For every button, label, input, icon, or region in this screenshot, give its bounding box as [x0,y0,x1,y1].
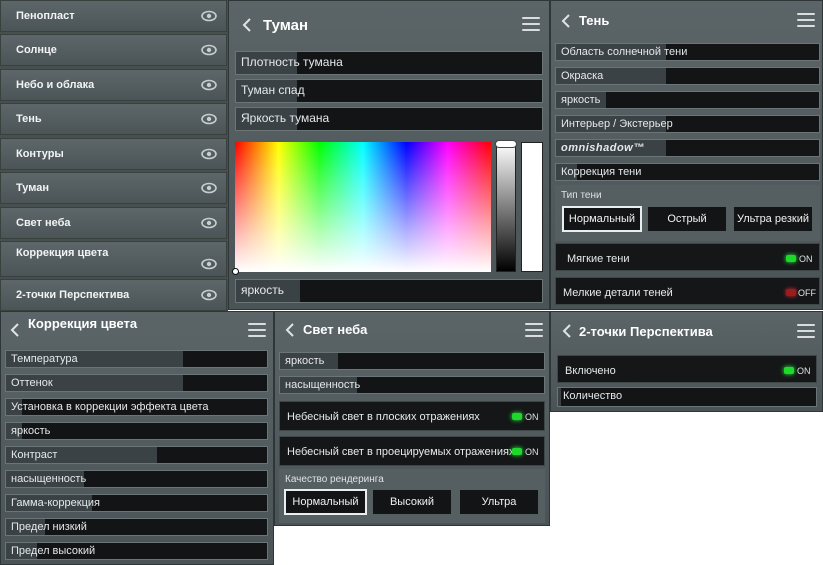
perspective-enabled-row[interactable]: Включено ON [557,355,817,383]
sidebar-item-color-correction[interactable]: Коррекция цвета [0,241,227,277]
two-point-perspective-panel: 2-точки Перспектива Включено ON Количест… [550,311,823,412]
sidebar-item-sky-light[interactable]: Свет неба [0,207,227,239]
perspective-amount-slider[interactable]: Количество [557,387,817,407]
fog-brightness-slider[interactable]: Яркость тумана [235,107,543,131]
fog-color-brightness-slider[interactable]: яркость [235,279,543,303]
shadow-correction-slider[interactable]: Коррекция тени [555,163,820,181]
value-slider-handle[interactable] [495,140,517,148]
sky-light-panel: Свет неба яркость насыщенность Небесный … [274,311,550,526]
sidebar-item-label: Пенопласт [16,10,75,22]
render-quality-normal[interactable]: Нормальный [284,489,367,515]
eye-icon[interactable] [201,182,217,194]
eye-icon[interactable] [201,113,217,125]
high-limit-slider[interactable]: Предел высокий [5,542,268,560]
low-limit-slider[interactable]: Предел низкий [5,518,268,536]
eye-icon[interactable] [201,258,217,270]
eye-icon[interactable] [201,10,217,22]
panel-title: Свет неба [303,322,368,337]
render-quality-high[interactable]: Высокий [372,489,452,515]
eye-icon[interactable] [201,148,217,160]
sidebar-item-two-point-perspective[interactable]: 2-точки Перспектива [0,279,227,311]
soft-shadows-row[interactable]: Мягкие тени ON [555,243,820,271]
eye-icon[interactable] [201,289,217,301]
shadow-type-label: Тип тени [561,190,602,201]
sidebar: Пенопласт Солнце Небо и облака Тень Конт… [0,0,228,311]
sidebar-item-shadow[interactable]: Тень [0,103,227,135]
back-arrow-icon[interactable] [561,324,573,338]
fine-shadow-details-row[interactable]: Мелкие детали теней OFF [555,277,820,305]
back-arrow-icon[interactable] [284,323,296,337]
temperature-slider[interactable]: Температура [5,350,268,368]
menu-icon[interactable] [248,323,266,338]
shadow-tint-slider[interactable]: Окраска [555,67,820,85]
eye-icon[interactable] [201,79,217,91]
render-quality-label: Качество рендеринга [285,474,384,485]
back-arrow-icon[interactable] [560,14,572,28]
value-slider[interactable] [495,140,517,272]
sidebar-item-label: Свет неба [16,217,71,229]
sidebar-item-sun[interactable]: Солнце [0,34,227,66]
color-preview-swatch [521,142,543,272]
sky-flat-reflections-toggle[interactable] [512,413,522,420]
sidebar-item-label: Туман [16,182,50,194]
render-quality-group: Качество рендеринга Нормальный Высокий У… [279,469,545,523]
color-correction-panel: Коррекция цвета Температура Оттенок Уста… [0,311,274,565]
sidebar-item-label: Небо и облака [16,79,95,91]
back-arrow-icon[interactable] [241,18,253,32]
color-effect-setting-slider[interactable]: Установка в коррекции эффекта цвета [5,398,268,416]
shadow-type-group: Тип тени Нормальный Острый Ультра резкий [555,185,820,241]
sidebar-item-label: Коррекция цвета [16,247,109,259]
menu-icon[interactable] [797,13,815,28]
sidebar-item-label: Солнце [16,44,57,56]
sidebar-item-label: Тень [16,113,42,125]
color-picker-field[interactable] [232,142,491,275]
sky-saturation-slider[interactable]: насыщенность [279,376,545,394]
sidebar-item-styrofoam[interactable]: Пенопласт [0,0,227,32]
sun-shadow-area-slider[interactable]: Область солнечной тени [555,43,820,61]
sidebar-item-sky-clouds[interactable]: Небо и облака [0,69,227,101]
back-arrow-icon[interactable] [9,323,21,337]
shadow-type-normal[interactable]: Нормальный [562,206,642,232]
panel-title: Тень [579,13,610,28]
perspective-enabled-toggle[interactable] [784,367,794,374]
panel-title: Туман [263,17,309,34]
sky-brightness-slider[interactable]: яркость [279,352,545,370]
omnishadow-slider[interactable]: omnishadow™ [555,139,820,157]
sky-flat-reflections-row[interactable]: Небесный свет в плоских отражениях ON [279,401,545,431]
shadow-type-ultra-sharp[interactable]: Ультра резкий [733,206,813,232]
fog-density-slider[interactable]: Плотность тумана [235,51,543,75]
contrast-slider[interactable]: Контраст [5,446,268,464]
brightness-slider[interactable]: яркость [5,422,268,440]
shadow-type-sharp[interactable]: Острый [647,206,727,232]
eye-icon[interactable] [201,217,217,229]
shadow-panel: Тень Область солнечной тени Окраска ярко… [550,0,823,310]
menu-icon[interactable] [797,324,815,339]
sidebar-item-label: 2-точки Перспектива [16,289,130,301]
fog-panel: Туман Плотность тумана Туман спад Яркост… [228,0,550,310]
fine-shadow-details-toggle[interactable] [786,289,796,296]
menu-icon[interactable] [525,323,543,338]
panel-title: Коррекция цвета [28,316,138,331]
eye-icon[interactable] [201,44,217,56]
color-picker-handle[interactable] [232,268,239,275]
hue-slider[interactable]: Оттенок [5,374,268,392]
soft-shadows-toggle[interactable] [786,255,796,262]
sidebar-item-outlines[interactable]: Контуры [0,138,227,170]
render-quality-ultra[interactable]: Ультра [459,489,539,515]
shadow-brightness-slider[interactable]: яркость [555,91,820,109]
gamma-slider[interactable]: Гамма-коррекция [5,494,268,512]
sidebar-item-label: Контуры [16,148,64,160]
panel-title: 2-точки Перспектива [579,324,713,339]
saturation-slider[interactable]: насыщенность [5,470,268,488]
menu-icon[interactable] [522,17,540,32]
sidebar-item-fog[interactable]: Туман [0,172,227,204]
interior-exterior-slider[interactable]: Интерьер / Экстерьер [555,115,820,133]
fog-falloff-slider[interactable]: Туман спад [235,79,543,103]
sky-projected-reflections-row[interactable]: Небесный свет в проецируемых отражениях … [279,436,545,466]
sky-projected-reflections-toggle[interactable] [512,448,522,455]
